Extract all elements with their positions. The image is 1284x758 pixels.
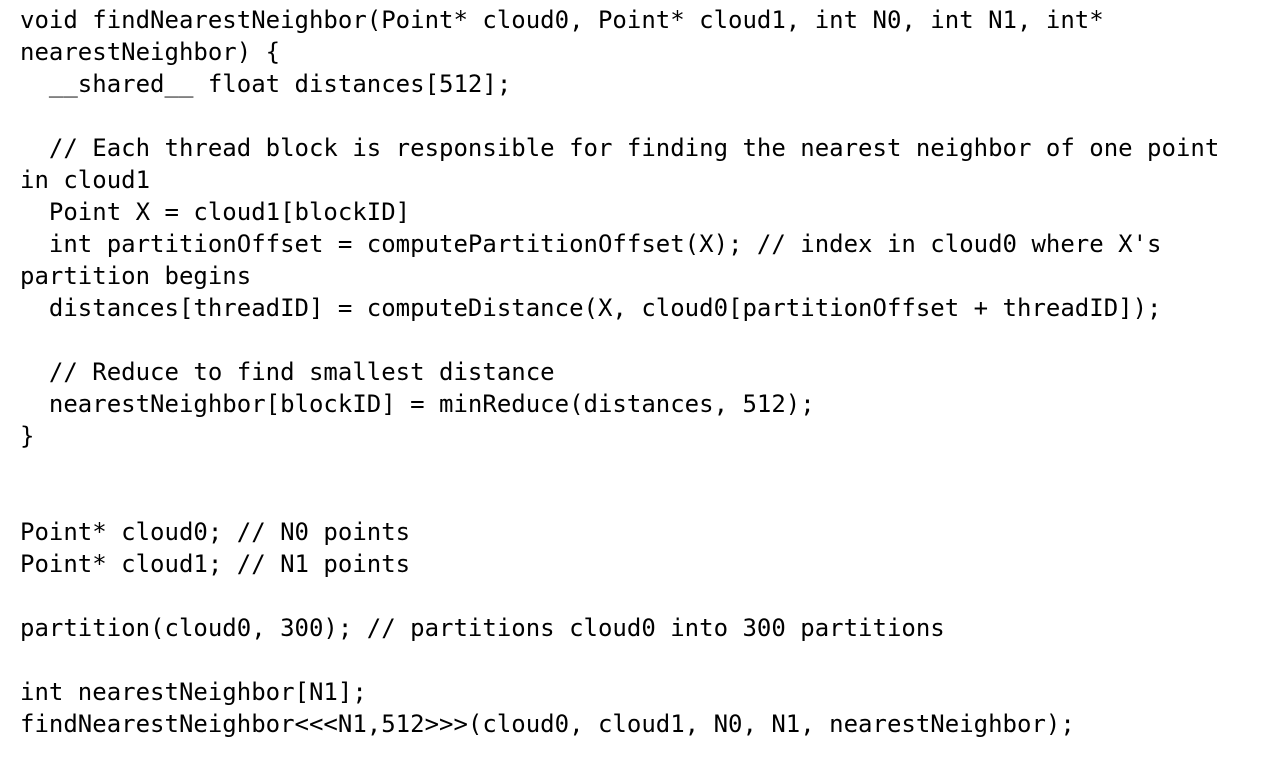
- code-line: Point* cloud1; // N1 points: [20, 550, 411, 578]
- code-line: partition(cloud0, 300); // partitions cl…: [20, 614, 945, 642]
- code-line: findNearestNeighbor<<<N1,512>>>(cloud0, …: [20, 710, 1075, 738]
- code-line: nearestNeighbor) {: [20, 38, 281, 66]
- code-line: Point* cloud0; // N0 points: [20, 518, 411, 546]
- code-line: // Reduce to find smallest distance: [20, 358, 555, 386]
- code-line: __shared__ float distances[512];: [20, 70, 512, 98]
- code-line: distances[threadID] = computeDistance(X,…: [20, 294, 1162, 322]
- code-line: int partitionOffset = computePartitionOf…: [20, 230, 1162, 258]
- code-line: int nearestNeighbor[N1];: [20, 678, 367, 706]
- code-line: nearestNeighbor[blockID] = minReduce(dis…: [20, 390, 815, 418]
- code-line: Point X = cloud1[blockID]: [20, 198, 411, 226]
- code-line: in cloud1: [20, 166, 151, 194]
- code-line: // Each thread block is responsible for …: [20, 134, 1220, 162]
- code-line: partition begins: [20, 262, 252, 290]
- code-line: }: [20, 422, 35, 450]
- code-listing: void findNearestNeighbor(Point* cloud0, …: [20, 4, 1270, 740]
- code-line: void findNearestNeighbor(Point* cloud0, …: [20, 6, 1104, 34]
